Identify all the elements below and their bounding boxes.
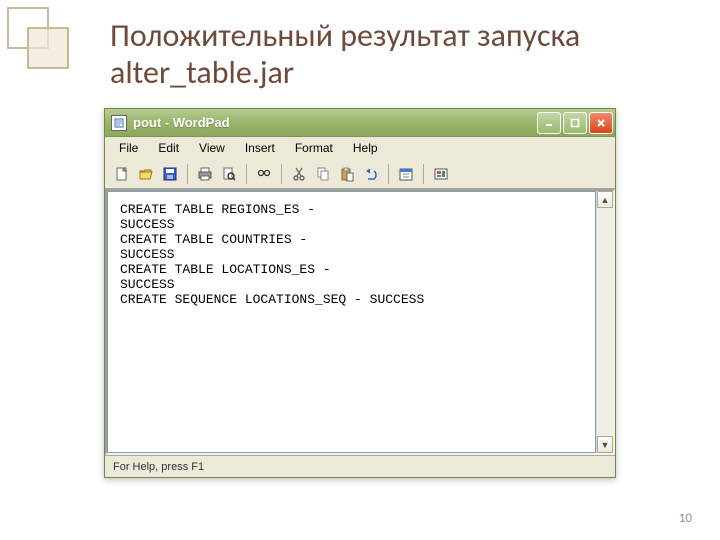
toolbar-separator — [388, 164, 389, 184]
menu-insert[interactable]: Insert — [235, 139, 285, 157]
menu-view[interactable]: View — [189, 139, 235, 157]
paste-icon[interactable] — [336, 163, 358, 185]
close-button[interactable] — [589, 112, 613, 134]
menu-help[interactable]: Help — [343, 139, 388, 157]
titlebar[interactable]: pout - WordPad — [105, 109, 615, 137]
menubar: File Edit View Insert Format Help — [105, 137, 615, 159]
vertical-scrollbar[interactable]: ▲ ▼ — [596, 191, 613, 453]
page-number: 10 — [679, 511, 692, 526]
toolbar-separator — [281, 164, 282, 184]
copy-icon[interactable] — [312, 163, 334, 185]
document-content[interactable]: CREATE TABLE REGIONS_ES - SUCCESS CREATE… — [107, 191, 596, 453]
statusbar: For Help, press F1 — [105, 455, 615, 477]
scroll-up-button[interactable]: ▲ — [597, 191, 613, 208]
date-icon[interactable] — [395, 163, 417, 185]
object-icon[interactable] — [430, 163, 452, 185]
content-wrap: CREATE TABLE REGIONS_ES - SUCCESS CREATE… — [105, 189, 615, 455]
scroll-down-button[interactable]: ▼ — [597, 436, 613, 453]
toolbar — [105, 159, 615, 189]
minimize-button[interactable] — [537, 112, 561, 134]
undo-icon[interactable] — [360, 163, 382, 185]
print-icon[interactable] — [194, 163, 216, 185]
find-icon[interactable] — [253, 163, 275, 185]
window-title: pout - WordPad — [133, 115, 537, 130]
wordpad-window: pout - WordPad File Edit View Insert For… — [104, 108, 616, 478]
scroll-track[interactable] — [597, 208, 613, 436]
new-icon[interactable] — [111, 163, 133, 185]
toolbar-separator — [187, 164, 188, 184]
corner-decoration — [0, 0, 80, 80]
menu-file[interactable]: File — [109, 139, 148, 157]
wordpad-app-icon — [111, 115, 127, 131]
maximize-button[interactable] — [563, 112, 587, 134]
preview-icon[interactable] — [218, 163, 240, 185]
open-icon[interactable] — [135, 163, 157, 185]
toolbar-separator — [423, 164, 424, 184]
menu-format[interactable]: Format — [285, 139, 343, 157]
toolbar-separator — [246, 164, 247, 184]
cut-icon[interactable] — [288, 163, 310, 185]
slide-title: Положительный результат запуска alter_ta… — [110, 18, 720, 92]
status-text: For Help, press F1 — [113, 461, 204, 473]
menu-edit[interactable]: Edit — [148, 139, 189, 157]
save-icon[interactable] — [159, 163, 181, 185]
